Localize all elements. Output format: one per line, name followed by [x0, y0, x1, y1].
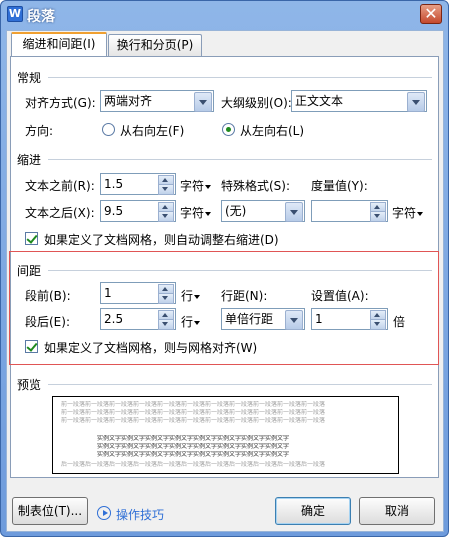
spacing-after-unit[interactable]: 行	[181, 313, 201, 330]
radio-right-to-left-label[interactable]: 从右向左(F)	[120, 122, 184, 139]
setting-value-label: 设置值(A):	[311, 289, 369, 303]
measure-unit-text: 字符	[392, 206, 417, 220]
preview-box: 前一段落前一段落前一段落前一段落前一段落前一段落前一段落前一段落前一段落前一段落…	[52, 396, 399, 474]
radio-left-to-right-label[interactable]: 从左向右(L)	[240, 122, 304, 139]
preview-prev-line: 前一段落前一段落前一段落前一段落前一段落前一段落前一段落前一段落前一段落前一段落…	[61, 401, 326, 408]
alignment-value: 两端对齐	[104, 94, 153, 108]
indent-after-stepper[interactable]: 9.5	[100, 200, 176, 222]
spacing-after-stepper[interactable]: 2.5	[100, 308, 176, 330]
preview-section-title: 预览	[17, 378, 42, 392]
line-spacing-value: 单倍行距	[225, 312, 274, 326]
measure-stepper[interactable]	[311, 200, 388, 222]
title-bar[interactable]: W 段落 ✕	[1, 1, 448, 29]
caret-down-icon	[194, 320, 201, 325]
spacing-before-unit-text: 行	[181, 289, 194, 303]
indent-before-value: 1.5	[104, 177, 124, 191]
indent-after-unit[interactable]: 字符	[180, 204, 212, 221]
spacing-after-value: 2.5	[104, 312, 124, 326]
close-button[interactable]: ✕	[420, 4, 442, 24]
indent-divider	[48, 159, 432, 160]
wps-writer-icon: W	[7, 6, 23, 22]
chevron-down-icon[interactable]	[407, 92, 425, 112]
indent-grid-checkbox-label[interactable]: 如果定义了文档网格，则自动调整右缩进(D)	[44, 231, 279, 248]
spin-down-icon[interactable]	[158, 293, 174, 304]
chevron-down-icon[interactable]	[285, 310, 303, 330]
setting-value-stepper[interactable]: 1	[311, 308, 388, 330]
setting-value-unit: 倍	[393, 315, 406, 329]
spacing-section-title: 间距	[17, 264, 42, 278]
ok-button[interactable]: 确定	[275, 497, 351, 525]
spacing-before-label: 段前(B):	[25, 289, 71, 303]
alignment-select[interactable]: 两端对齐	[100, 90, 214, 112]
measure-unit[interactable]: 字符	[392, 204, 424, 221]
spin-down-icon[interactable]	[158, 184, 174, 195]
preview-divider	[48, 384, 432, 385]
indent-before-unit-text: 字符	[180, 179, 205, 193]
caret-down-icon	[417, 211, 424, 216]
spacing-before-value: 1	[104, 286, 112, 300]
indent-before-label: 文本之前(R):	[25, 179, 95, 193]
preview-prev-line: 前一段落前一段落前一段落前一段落前一段落前一段落前一段落前一段落前一段落前一段落…	[61, 417, 326, 424]
measure-label: 度量值(Y):	[311, 179, 368, 193]
cancel-button[interactable]: 取消	[359, 497, 435, 525]
radio-left-to-right[interactable]	[222, 123, 235, 136]
special-format-value: (无)	[225, 204, 247, 218]
indent-section-title: 缩进	[17, 153, 42, 167]
indent-before-unit[interactable]: 字符	[180, 177, 212, 194]
indent-after-unit-text: 字符	[180, 206, 205, 220]
indent-grid-checkbox[interactable]	[25, 232, 38, 245]
setting-value: 1	[315, 312, 323, 326]
direction-label: 方向:	[25, 124, 54, 138]
alignment-label: 对齐方式(G):	[25, 96, 96, 110]
chevron-down-icon[interactable]	[285, 202, 303, 222]
preview-prev-line: 前一段落前一段落前一段落前一段落前一段落前一段落前一段落前一段落前一段落前一段落…	[61, 409, 326, 416]
special-format-label: 特殊格式(S):	[221, 179, 291, 193]
spacing-divider	[48, 270, 432, 271]
tab-indent-spacing[interactable]: 缩进和间距(I)	[11, 32, 107, 56]
radio-right-to-left[interactable]	[102, 123, 115, 136]
spin-down-icon[interactable]	[370, 319, 386, 330]
spacing-grid-checkbox[interactable]	[25, 340, 38, 353]
play-circle-icon[interactable]	[97, 506, 111, 520]
caret-down-icon	[194, 294, 201, 299]
spacing-after-unit-text: 行	[181, 315, 194, 329]
tab-line-page-breaks[interactable]: 换行和分页(P)	[108, 34, 202, 56]
outline-level-label: 大纲级别(O):	[221, 96, 292, 110]
preview-sample-line: 实例文字实例文字实例文字实例文字实例文字实例文字实例文字实例文字	[97, 443, 290, 450]
caret-down-icon	[205, 211, 212, 216]
spin-down-icon[interactable]	[158, 211, 174, 222]
spin-down-icon[interactable]	[158, 319, 174, 330]
spacing-before-stepper[interactable]: 1	[100, 282, 176, 304]
line-spacing-select[interactable]: 单倍行距	[221, 308, 305, 330]
caret-down-icon	[205, 184, 212, 189]
spacing-before-unit[interactable]: 行	[181, 287, 201, 304]
outline-level-select[interactable]: 正文文本	[291, 90, 427, 112]
preview-sample-line: 实例文字实例文字实例文字实例文字实例文字实例文字实例文字实例文字	[97, 435, 290, 442]
tabs-button[interactable]: 制表位(T)...	[12, 497, 88, 525]
indent-after-label: 文本之后(X):	[25, 206, 95, 220]
preview-next-line: 后一段落后一段落后一段落后一段落后一段落后一段落后一段落后一段落后一段落后一段落…	[61, 461, 326, 468]
spacing-grid-checkbox-label[interactable]: 如果定义了文档网格，则与网格对齐(W)	[44, 339, 257, 356]
spacing-after-label: 段后(E):	[25, 315, 70, 329]
spin-down-icon[interactable]	[370, 211, 386, 222]
general-divider	[48, 77, 432, 78]
special-format-select[interactable]: (无)	[221, 200, 305, 222]
indent-after-value: 9.5	[104, 204, 124, 218]
chevron-down-icon[interactable]	[194, 92, 212, 112]
line-spacing-label: 行距(N):	[221, 289, 268, 303]
outline-level-value: 正文文本	[295, 94, 344, 108]
indent-before-stepper[interactable]: 1.5	[100, 173, 176, 195]
preview-sample-line: 实例文字实例文字实例文字实例文字实例文字实例文字实例文字实例文字	[97, 451, 290, 458]
dialog-title: 段落	[27, 9, 55, 25]
tips-link[interactable]: 操作技巧	[116, 506, 164, 523]
general-section-title: 常规	[17, 71, 42, 85]
